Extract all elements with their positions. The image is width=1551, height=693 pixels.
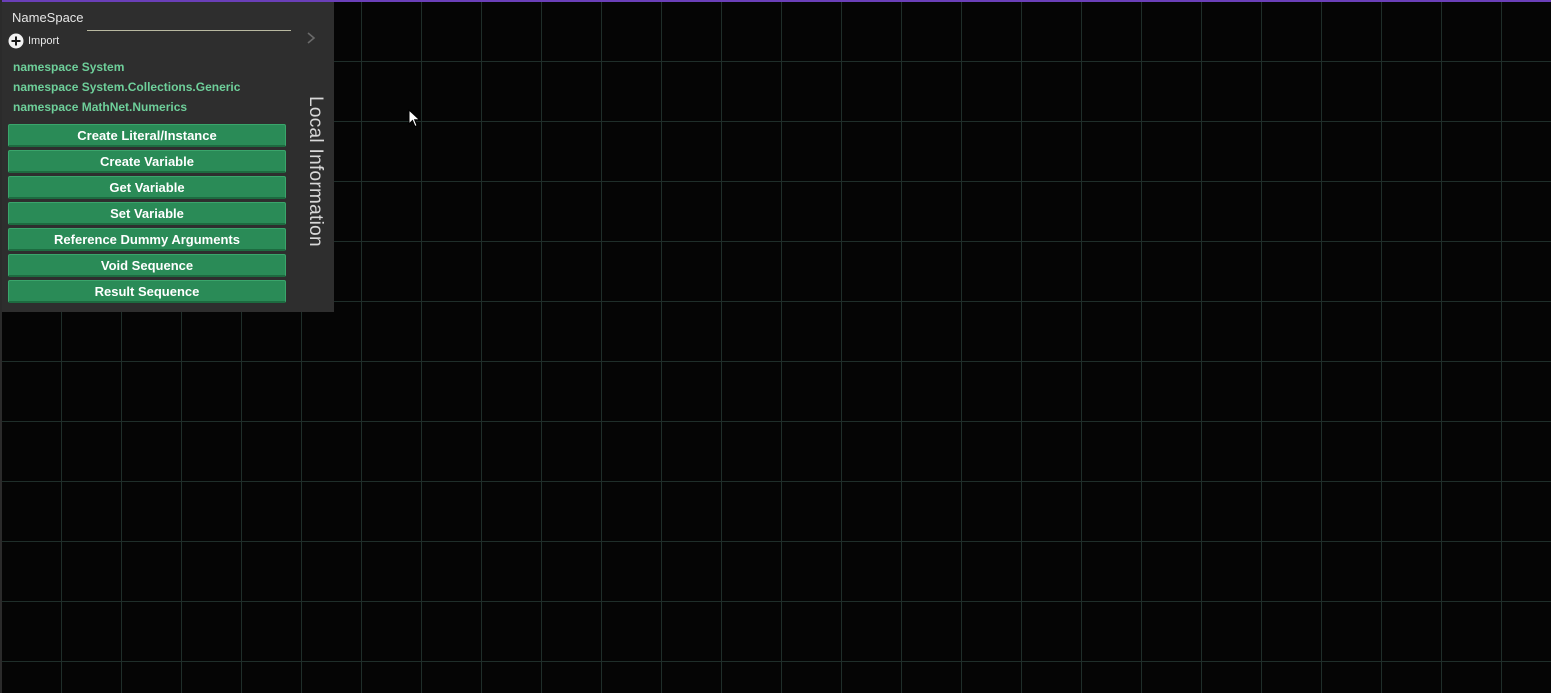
void-sequence-button[interactable]: Void Sequence: [8, 254, 286, 277]
namespace-item-system-collections-generic[interactable]: namespace System.Collections.Generic: [13, 80, 240, 100]
namespace-item-mathnet-numerics[interactable]: namespace MathNet.Numerics: [13, 100, 240, 120]
action-button-list: Create Literal/Instance Create Variable …: [8, 124, 286, 306]
local-information-tab[interactable]: Local Information: [294, 2, 334, 312]
create-literal-instance-button[interactable]: Create Literal/Instance: [8, 124, 286, 147]
namespace-section: NameSpace Import namespace System namesp…: [2, 2, 294, 312]
result-sequence-button[interactable]: Result Sequence: [8, 280, 286, 303]
namespace-search-input[interactable]: [87, 12, 291, 31]
namespace-header: NameSpace: [12, 10, 84, 25]
import-button[interactable]: Import: [8, 32, 59, 50]
local-information-panel: NameSpace Import namespace System namesp…: [2, 2, 334, 312]
namespace-list: namespace System namespace System.Collec…: [13, 60, 240, 120]
set-variable-button[interactable]: Set Variable: [8, 202, 286, 225]
chevron-right-icon[interactable]: [304, 30, 318, 46]
reference-dummy-arguments-button[interactable]: Reference Dummy Arguments: [8, 228, 286, 251]
local-information-label: Local Information: [305, 96, 326, 247]
get-variable-button[interactable]: Get Variable: [8, 176, 286, 199]
namespace-item-system[interactable]: namespace System: [13, 60, 240, 80]
plus-circle-icon: [8, 33, 24, 49]
create-variable-button[interactable]: Create Variable: [8, 150, 286, 173]
mouse-pointer-icon: [408, 109, 421, 128]
import-label: Import: [28, 35, 60, 47]
